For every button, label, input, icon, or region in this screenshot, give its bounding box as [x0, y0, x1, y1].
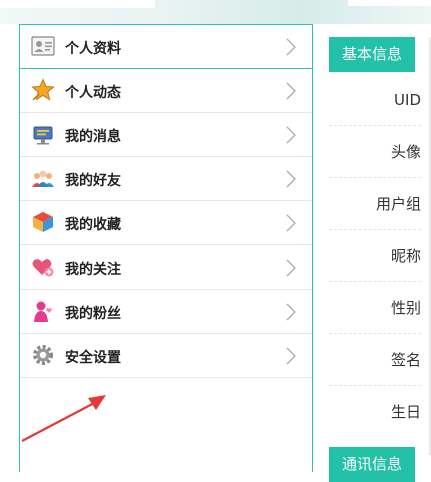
box-icon	[33, 212, 53, 232]
chevron-right-icon	[286, 126, 296, 144]
menu-item-label: 个人动态	[65, 85, 121, 101]
menu-item-label: 我的收藏	[65, 217, 121, 233]
field-label-nickname: 昵称	[329, 230, 421, 282]
chevron-right-icon	[286, 170, 296, 188]
friends-icon	[32, 170, 54, 187]
menu-item-label: 我的消息	[65, 129, 121, 145]
tab-contact-info[interactable]: 通讯信息	[329, 447, 415, 482]
menu-item-label: 我的关注	[65, 262, 121, 278]
star-icon	[31, 78, 55, 101]
message-icon	[33, 126, 53, 145]
tab-basic-info[interactable]: 基本信息	[329, 37, 415, 72]
fan-icon	[34, 301, 52, 322]
heart-plus-icon	[32, 259, 54, 277]
red-arrow-annotation	[21, 395, 106, 442]
top-banner-blank-right	[348, 0, 431, 6]
chevron-right-icon	[286, 347, 296, 365]
menu-item-activity[interactable]: 个人动态	[20, 69, 312, 113]
profile-info-panel: 基本信息 UID 头像 用户组 昵称 性别 签名 生日 通讯信息	[329, 37, 431, 482]
menu-item-label: 个人资料	[65, 41, 121, 57]
top-banner-blank-left	[0, 0, 155, 8]
gear-icon	[33, 345, 53, 365]
field-label-gender: 性别	[329, 282, 421, 334]
chevron-right-icon	[286, 303, 296, 321]
menu-item-favorites[interactable]: 我的收藏	[20, 201, 312, 245]
top-banner	[0, 0, 431, 24]
field-label-birthday: 生日	[390, 403, 421, 421]
menu-item-profile[interactable]: 个人资料	[20, 25, 312, 69]
field-label-usergroup: 用户组	[329, 178, 421, 230]
chevron-right-icon	[286, 214, 296, 232]
menu-item-security[interactable]: 安全设置	[20, 334, 312, 378]
field-label-avatar: 头像	[329, 126, 421, 178]
menu-item-messages[interactable]: 我的消息	[20, 113, 312, 157]
field-label-uid: UID	[329, 74, 421, 126]
chevron-right-icon	[286, 82, 296, 100]
menu-item-fans[interactable]: 我的粉丝	[20, 290, 312, 334]
menu-item-friends[interactable]: 我的好友	[20, 157, 312, 201]
menu-item-label: 安全设置	[65, 350, 121, 366]
chevron-right-icon	[286, 259, 296, 277]
profile-card-icon	[31, 36, 55, 56]
chevron-right-icon	[286, 38, 296, 56]
menu-item-label: 我的粉丝	[65, 306, 121, 322]
menu-item-following[interactable]: 我的关注	[20, 246, 312, 290]
field-label-signature: 签名	[329, 334, 421, 386]
menu-item-label: 我的好友	[65, 173, 121, 189]
